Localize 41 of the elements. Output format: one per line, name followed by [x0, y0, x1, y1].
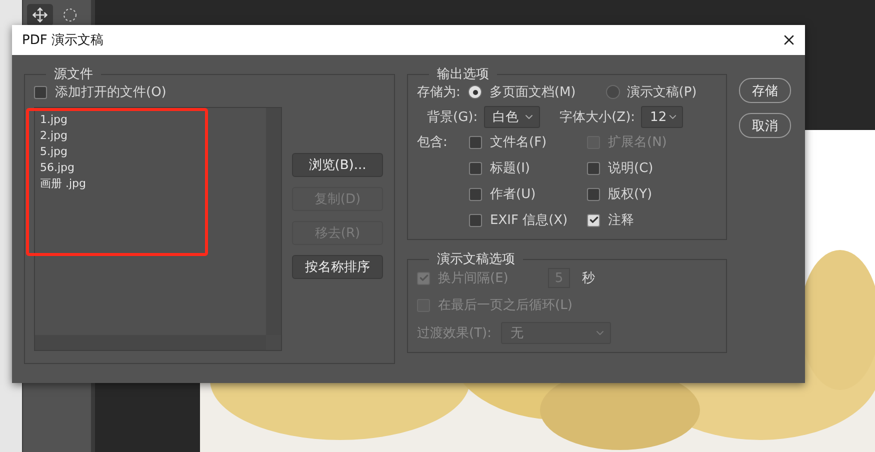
checkbox[interactable] — [469, 162, 482, 174]
checkbox[interactable] — [587, 188, 600, 200]
move-tool-icon[interactable] — [27, 4, 53, 26]
checkbox[interactable] — [469, 136, 482, 148]
checkbox[interactable] — [34, 86, 47, 98]
background-select[interactable]: 白色 — [484, 106, 540, 128]
unit-label: 秒 — [582, 270, 595, 287]
dialog-button[interactable]: 存储 — [739, 78, 791, 103]
group-title: 输出选项 — [436, 66, 490, 83]
file-item[interactable]: 5.jpg — [40, 144, 261, 159]
checkbox-label: 文件名(F) — [490, 134, 547, 151]
font-size-label: 字体大小(Z): — [560, 109, 636, 126]
group-title: 演示文稿选项 — [436, 251, 516, 268]
button[interactable]: 浏览(B)... — [292, 153, 383, 177]
checkbox-label: EXIF 信息(X) — [490, 212, 568, 229]
dialog-button[interactable]: 取消 — [739, 113, 791, 138]
radio-label: 多页面文档(M) — [489, 84, 576, 101]
background-label: 背景(G): — [427, 109, 478, 126]
checkbox[interactable] — [469, 188, 482, 200]
window-title: PDF 演示文稿 — [22, 32, 104, 49]
radio-button[interactable] — [468, 85, 482, 99]
checkbox-label: 说明(C) — [608, 160, 654, 177]
group-title: 源文件 — [53, 66, 94, 83]
checkbox-label: 标题(I) — [490, 160, 530, 177]
checkbox[interactable] — [469, 214, 482, 226]
radio-button[interactable] — [606, 85, 620, 99]
file-item[interactable]: 画册 .jpg — [40, 176, 261, 191]
button[interactable]: 按名称排序 — [292, 255, 383, 279]
checkbox-label: 注释 — [608, 212, 634, 229]
font-size-select[interactable]: 12 — [641, 106, 684, 128]
checkbox[interactable] — [587, 162, 600, 174]
file-item[interactable]: 1.jpg — [40, 112, 261, 127]
checkbox-label: 版权(Y) — [608, 186, 652, 203]
save-as-label: 存储为: — [417, 84, 460, 101]
checkbox-label: 添加打开的文件(O) — [55, 84, 166, 101]
checkbox[interactable] — [587, 214, 600, 226]
file-item[interactable]: 2.jpg — [40, 128, 261, 143]
checkbox-label: 作者(U) — [490, 186, 536, 203]
include-label: 包含: — [417, 134, 448, 151]
radio-label: 演示文稿(P) — [626, 84, 697, 101]
file-item[interactable]: 56.jpg — [40, 160, 261, 175]
